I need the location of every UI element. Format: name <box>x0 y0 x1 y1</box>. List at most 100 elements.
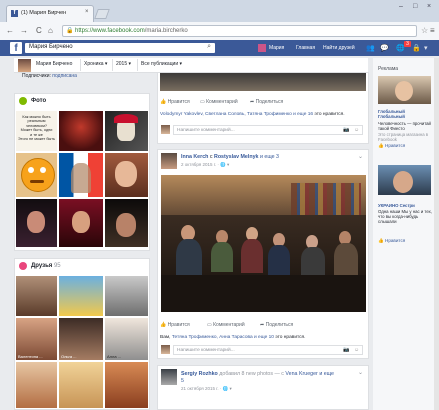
photo-tile[interactable]: Как можно быть реальным человеком? Может б… <box>16 111 57 151</box>
comment-input[interactable]: Напишите комментарий... <box>173 125 363 135</box>
account-dropdown-icon[interactable]: ▾ <box>424 44 428 52</box>
like-button[interactable]: 👍 Нравится <box>160 322 190 328</box>
likes-summary: Volodymyr Yakovlev, Светлана Соловь, Тат… <box>160 112 345 117</box>
sticker-icon[interactable]: ☺ <box>354 127 359 133</box>
friend-tile[interactable]: Алла ... <box>105 318 148 360</box>
back-icon[interactable]: ← <box>6 26 14 36</box>
url-text: https://www.facebook.com/maria.bircherko <box>75 28 188 34</box>
photo-tile[interactable] <box>16 199 57 247</box>
friend-tile[interactable] <box>16 276 57 316</box>
privacy-lock-icon[interactable]: 🔒 <box>412 44 421 52</box>
post-header-extra[interactable]: 5 <box>181 378 184 384</box>
friend-tile[interactable]: Валентина ... <box>16 318 57 360</box>
sticker-icon[interactable]: ☺ <box>354 347 359 353</box>
author-avatar[interactable] <box>161 153 177 169</box>
maximize-icon[interactable]: □ <box>413 3 417 10</box>
ad-like-button[interactable]: 👍 Нравится <box>378 143 405 149</box>
ad-subtext: Это страница магазина в Facebook <box>378 132 429 143</box>
year-dropdown[interactable]: 2015 ▾ <box>116 61 131 67</box>
all-posts-dropdown[interactable]: Все публикации ▾ <box>141 61 182 67</box>
ad-title[interactable]: Глобальный Глобальный <box>378 109 432 119</box>
followers-line: Подписчики: подписана <box>22 73 77 79</box>
ad-text: Человечность — прочитай такой Фиесто <box>378 121 431 132</box>
friend-tile[interactable] <box>105 276 148 316</box>
find-friends-link[interactable]: Найти друзей <box>323 45 355 51</box>
author-link[interactable]: Sergiy Rozhko <box>181 371 218 377</box>
camera-icon[interactable]: 📷 <box>343 127 349 133</box>
post-date[interactable]: 2 октября 2015 г. · 🌐 ▾ <box>181 162 229 168</box>
divider <box>137 59 138 71</box>
followers-link[interactable]: подписана <box>52 73 77 79</box>
post-options-chevron-icon[interactable]: ⌄ <box>358 153 363 160</box>
minimize-icon[interactable]: – <box>399 3 403 10</box>
ad-text: Одна наши Мы у нас и тех, что вы когда-н… <box>378 209 432 225</box>
bookmark-star-icon[interactable]: ☆ <box>421 26 428 35</box>
home-link[interactable]: Главная <box>296 45 315 51</box>
close-tab-icon[interactable]: × <box>85 9 89 15</box>
home-icon[interactable]: ⌂ <box>48 26 53 36</box>
photo-tile[interactable] <box>59 111 103 151</box>
comment-button[interactable]: ▭ Комментарий <box>200 99 238 105</box>
search-icon[interactable]: ⌕ <box>207 43 211 51</box>
profile-thumbnail[interactable] <box>18 59 31 72</box>
photo-tile[interactable] <box>105 199 148 247</box>
photo-tile[interactable] <box>59 199 103 247</box>
friend-tile[interactable] <box>16 362 57 408</box>
commenter-avatar <box>161 125 170 134</box>
photos-title[interactable]: Фото <box>31 98 46 104</box>
author-avatar[interactable] <box>161 369 177 385</box>
friend-tile[interactable] <box>59 276 103 316</box>
scrollbar[interactable] <box>434 58 439 410</box>
post-date[interactable]: 21 октября 2015 г. · 🌐 ▾ <box>181 386 232 392</box>
user-name-link[interactable]: Мария <box>269 45 284 51</box>
ad-image[interactable] <box>378 76 431 104</box>
facebook-logo[interactable]: f <box>10 42 22 54</box>
notification-badge: 3 <box>404 41 411 47</box>
timeline-dropdown[interactable]: Хроника ▾ <box>84 61 107 67</box>
share-button[interactable]: ➦ Поделиться <box>250 99 283 105</box>
camera-icon[interactable]: 📷 <box>343 347 349 353</box>
browser-tab[interactable]: f (1) Мария Бирчен × <box>6 5 94 22</box>
browser-menu-icon[interactable]: ≡ <box>430 26 435 35</box>
window-close-icon[interactable]: × <box>427 3 431 10</box>
share-button[interactable]: ➦ Поделиться <box>260 322 293 328</box>
author-link[interactable]: Inna Kerch <box>181 154 208 160</box>
post-image-partial[interactable] <box>160 73 366 91</box>
post-header: Sergiy Rozhko добавил 8 new photos — с V… <box>181 371 334 377</box>
reload-icon[interactable]: C <box>36 26 42 36</box>
photo-tile[interactable] <box>59 153 103 197</box>
user-avatar[interactable] <box>258 44 266 52</box>
friend-tile[interactable] <box>59 362 103 408</box>
url-field[interactable]: 🔒 https://www.facebook.com/maria.bircher… <box>62 25 417 37</box>
friend-tile[interactable] <box>105 362 148 408</box>
photo-tile[interactable] <box>105 153 148 197</box>
friend-requests-icon[interactable]: 👥 <box>366 44 375 52</box>
lock-icon: 🔒 <box>66 28 74 34</box>
friend-tile[interactable]: Ольга ... <box>59 318 103 360</box>
post-options-chevron-icon[interactable]: ⌄ <box>358 369 363 376</box>
tab-title: (1) Мария Бирчен <box>21 10 67 16</box>
search-value: Мария Бирчено <box>29 44 73 50</box>
ad-image[interactable] <box>378 165 431 195</box>
profile-name-link[interactable]: Мария Бирчено <box>36 61 72 67</box>
facebook-search-input[interactable]: Мария Бирчено ⌕ <box>25 43 215 53</box>
ads-label: Реклама <box>378 66 399 72</box>
tagged-user-link[interactable]: Vena Krueger <box>285 371 317 377</box>
like-button[interactable]: 👍 Нравится <box>160 99 190 105</box>
tagged-user-link[interactable]: Rostyslav Melnyk <box>214 154 258 160</box>
photo-tile[interactable] <box>105 111 148 151</box>
divider <box>112 59 113 71</box>
friends-icon <box>19 262 27 270</box>
post-photo[interactable] <box>161 175 366 312</box>
comment-button[interactable]: ▭ Комментарий <box>207 322 245 328</box>
comment-input[interactable]: Напишите комментарий... <box>173 345 363 355</box>
commenter-avatar <box>161 345 170 354</box>
facebook-favicon-icon: f <box>11 10 18 17</box>
photo-tile[interactable] <box>16 153 57 197</box>
friends-title[interactable]: Друзья 95 <box>31 263 61 269</box>
ad-like-button[interactable]: 👍 Нравится <box>378 238 405 244</box>
messages-icon[interactable]: 💬 <box>380 44 389 52</box>
divider <box>80 59 81 71</box>
ad-title[interactable]: УКРАИНО Сестри <box>378 203 432 208</box>
forward-icon[interactable]: → <box>20 26 28 36</box>
